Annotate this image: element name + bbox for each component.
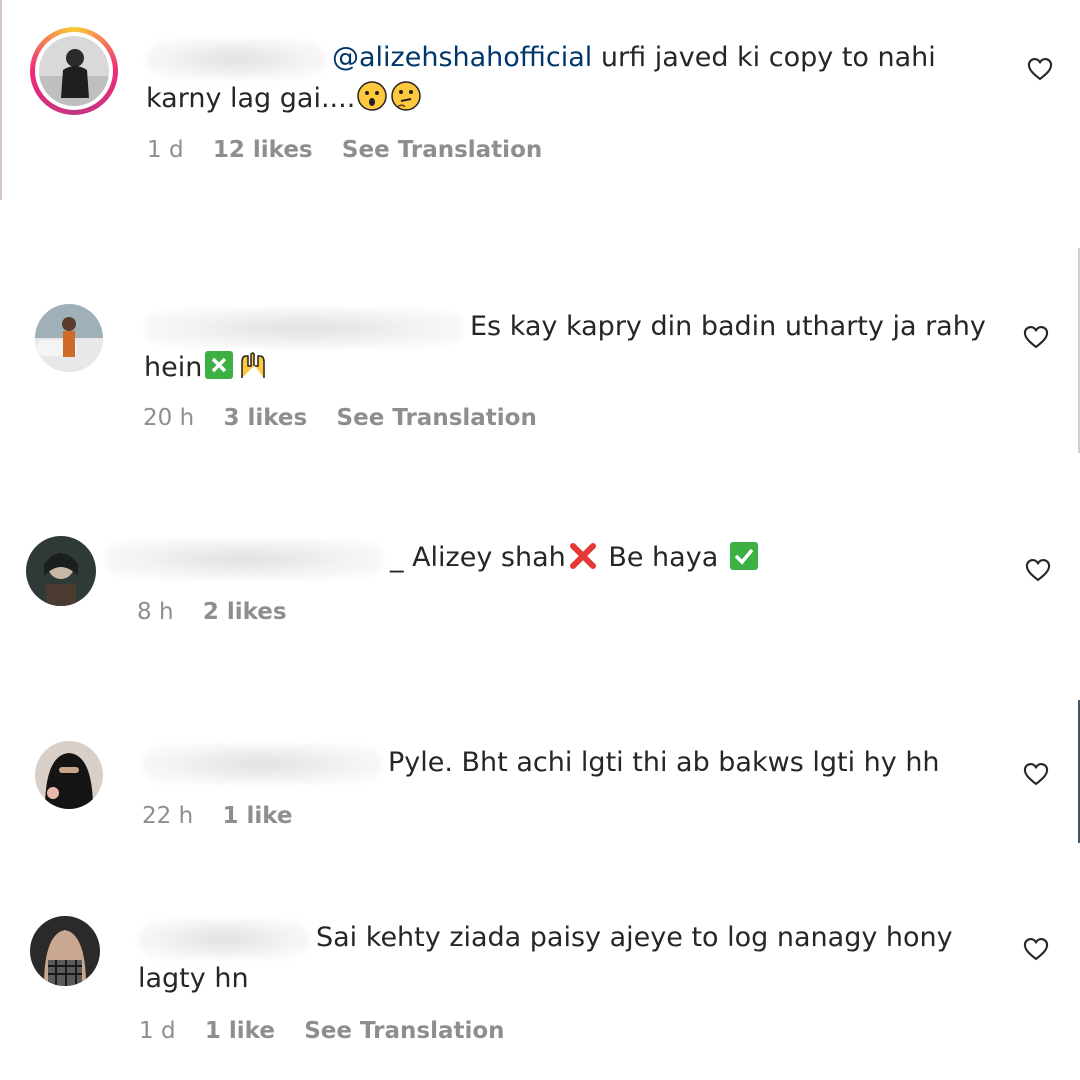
comment-item: Sai kehty ziada paisy ajeye to log nanag…: [0, 900, 1080, 1070]
blurred-username[interactable]: [146, 38, 326, 79]
comment-text-prefix: _ Alizey shah: [390, 542, 566, 573]
comment-item: Pyle. Bht achi lgti thi ab bakws lgti hy…: [0, 725, 1080, 855]
comment-text: _ Alizey shah Be haya: [104, 538, 964, 579]
comment-time[interactable]: 22 h: [142, 803, 193, 829]
cross-mark-button-emoji: [205, 351, 234, 379]
heart-outline-icon[interactable]: [1022, 935, 1050, 963]
heart-outline-icon[interactable]: [1022, 760, 1050, 788]
comment-time[interactable]: 20 h: [143, 405, 194, 431]
thinking-face-emoji: [391, 81, 422, 111]
like-count[interactable]: 12 likes: [213, 137, 313, 163]
mention-link[interactable]: @alizehshahofficial: [332, 42, 592, 73]
heart-outline-icon[interactable]: [1026, 55, 1054, 83]
comment-text-line2: lagty hn: [138, 962, 249, 994]
comment-text: @alizehshahofficial urfi javed ki copy t…: [146, 38, 946, 119]
comment-meta: 22 h 1 like: [142, 803, 315, 829]
check-mark-button-emoji: [729, 541, 758, 570]
comment-text-line2: karny lag gai....: [146, 82, 356, 114]
comment-item: _ Alizey shah Be haya 8 h 2 likes: [0, 520, 1080, 650]
like-count[interactable]: 1 like: [222, 803, 292, 829]
see-translation-button[interactable]: See Translation: [304, 1018, 504, 1044]
see-translation-button[interactable]: See Translation: [337, 405, 537, 431]
cross-mark-emoji: [569, 542, 596, 569]
comment-meta: 1 d 1 like See Translation: [139, 1018, 527, 1044]
avatar[interactable]: [35, 741, 103, 809]
like-count[interactable]: 2 likes: [203, 599, 287, 625]
heart-outline-icon[interactable]: [1022, 323, 1050, 351]
comment-time[interactable]: 1 d: [147, 137, 184, 163]
astonished-face-emoji: [357, 81, 388, 111]
avatar[interactable]: [30, 916, 100, 986]
comment-text-line2: hein: [144, 351, 203, 383]
blurred-username[interactable]: [104, 538, 384, 579]
comment-meta: 8 h 2 likes: [137, 599, 309, 625]
avatar[interactable]: [39, 36, 109, 106]
blurred-username[interactable]: [144, 307, 464, 348]
comment-text: Sai kehty ziada paisy ajeye to log nanag…: [138, 918, 1018, 999]
like-count[interactable]: 3 likes: [223, 405, 307, 431]
blurred-username[interactable]: [142, 743, 382, 784]
comment-text-line1: urfi javed ki copy to nahi: [600, 42, 936, 73]
blurred-username[interactable]: [138, 918, 310, 959]
avatar[interactable]: [26, 536, 96, 606]
raising-hands-emoji: [241, 352, 266, 378]
avatar[interactable]: [35, 304, 103, 372]
comment-text-middle: Be haya: [608, 542, 719, 573]
comment-text-line1: Es kay kapry din badin utharty ja rahy: [470, 311, 986, 342]
comment-item: @alizehshahofficial urfi javed ki copy t…: [0, 0, 1080, 200]
comment-meta: 20 h 3 likes See Translation: [143, 405, 559, 431]
comment-meta: 1 d 12 likes See Translation: [147, 137, 564, 163]
comment-text: Pyle. Bht achi lgti thi ab bakws lgti hy…: [142, 743, 1002, 784]
comment-time[interactable]: 8 h: [137, 599, 174, 625]
like-count[interactable]: 1 like: [205, 1018, 275, 1044]
comment-text-line1: Pyle. Bht achi lgti thi ab bakws lgti hy…: [388, 747, 940, 778]
comment-text: Es kay kapry din badin utharty ja rahy h…: [144, 307, 1004, 388]
see-translation-button[interactable]: See Translation: [342, 137, 542, 163]
comment-text-line1: Sai kehty ziada paisy ajeye to log nanag…: [316, 922, 953, 953]
heart-outline-icon[interactable]: [1024, 556, 1052, 584]
comment-item: Es kay kapry din badin utharty ja rahy h…: [0, 290, 1080, 460]
comment-time[interactable]: 1 d: [139, 1018, 176, 1044]
